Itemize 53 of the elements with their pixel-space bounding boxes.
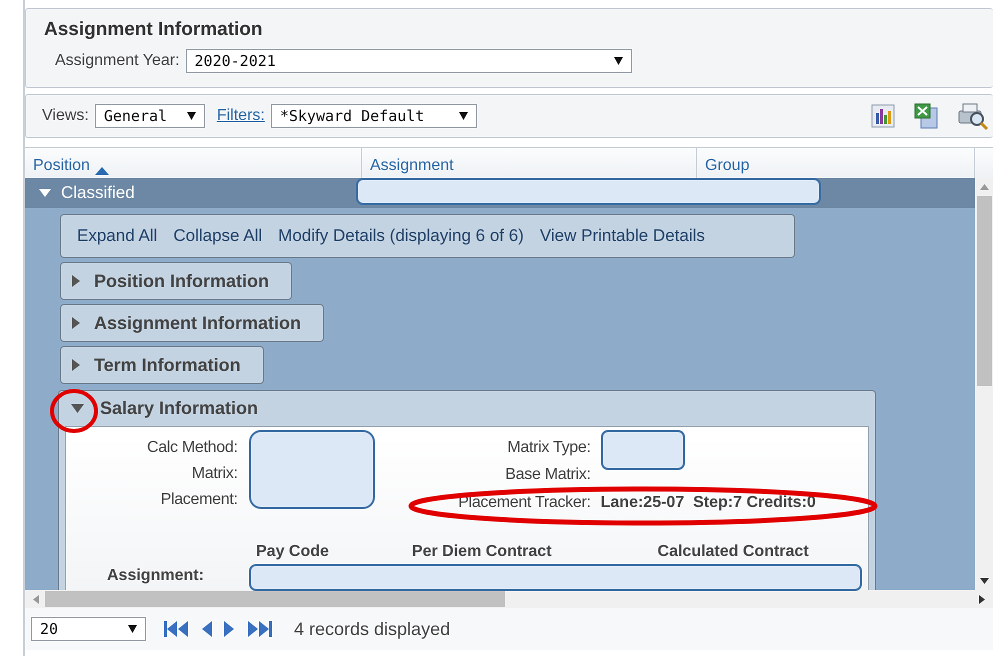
expand-arrow-icon: [72, 317, 80, 329]
previous-page-icon[interactable]: [202, 620, 212, 638]
next-page-icon[interactable]: [224, 620, 234, 638]
column-label: Calculated Contract: [658, 543, 809, 561]
spreadsheet-icon[interactable]: [913, 103, 939, 129]
dropdown-arrow-icon: [128, 625, 137, 633]
column-label: Per Diem Contract: [412, 543, 552, 561]
field-label: Placement Tracker:: [458, 494, 591, 512]
horizontal-scrollbar[interactable]: [25, 590, 993, 608]
section-header[interactable]: Term Information: [60, 346, 264, 384]
section-header[interactable]: Position Information: [60, 262, 292, 300]
field-label: Matrix Type:: [507, 439, 591, 457]
vertical-scrollbar[interactable]: [975, 178, 993, 590]
sort-ascending-icon: [94, 167, 109, 175]
page-size-dropdown[interactable]: 20: [31, 617, 146, 641]
group-label: Classified: [61, 183, 135, 203]
print-preview-icon[interactable]: [957, 101, 989, 131]
panel-title: Assignment Information: [44, 19, 264, 41]
collapse-arrow-icon: [39, 188, 51, 198]
collapse-arrow-icon: [71, 404, 84, 413]
scroll-left-icon: [33, 594, 39, 604]
expand-arrow-icon: [72, 275, 80, 287]
section-header[interactable]: Salary Information: [65, 391, 869, 426]
records-count: 4 records displayed: [294, 618, 450, 640]
field-label: Calc Method:: [146, 438, 238, 458]
field-label: Placement:: [160, 490, 238, 510]
dropdown-arrow-icon: [458, 112, 468, 120]
scroll-down-icon: [980, 578, 988, 584]
section-header[interactable]: Assignment Information: [60, 304, 324, 342]
field-label: Assignment Year:: [55, 52, 180, 70]
highlight-circle: [49, 388, 99, 434]
dropdown-arrow-icon: [186, 112, 196, 120]
last-page-icon[interactable]: [246, 620, 272, 638]
filters-link[interactable]: Filters:: [216, 107, 265, 125]
action-link[interactable]: Collapse All: [173, 226, 262, 246]
views-dropdown[interactable]: General: [94, 104, 205, 128]
field-label: Views:: [42, 107, 89, 125]
expand-arrow-icon: [72, 359, 80, 371]
row-label: Assignment:: [107, 567, 204, 585]
scroll-right-icon: [979, 594, 985, 604]
field-value: Lane:25-07 Step:7 Credits:0: [600, 494, 816, 512]
dropdown-arrow-icon: [614, 57, 623, 65]
scroll-up-icon: [980, 184, 988, 190]
year-dropdown[interactable]: 2020-2021: [186, 49, 632, 73]
action-link[interactable]: View Printable Details: [540, 226, 705, 246]
action-link[interactable]: Modify Details (displaying 6 of 6): [278, 226, 524, 246]
field-label: Matrix:: [192, 464, 238, 484]
column-label: Pay Code: [256, 543, 329, 561]
field-label: Base Matrix:: [505, 466, 591, 484]
filter-dropdown[interactable]: *Skyward Default: [270, 104, 477, 128]
first-page-icon[interactable]: [164, 620, 190, 638]
action-link[interactable]: Expand All: [77, 226, 158, 246]
bar-chart-icon[interactable]: [871, 104, 895, 128]
